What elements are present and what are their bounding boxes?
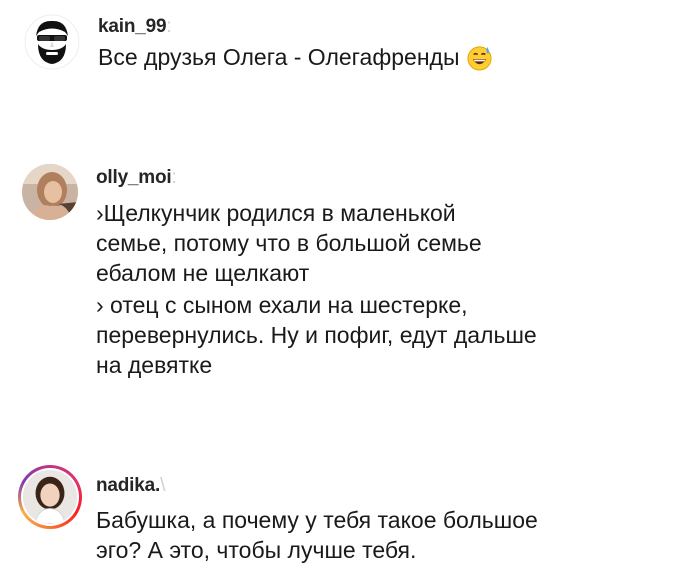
comment-username[interactable]: olly_moi: (96, 167, 177, 189)
comment-text: Все друзья Олега - Олегафренды (98, 42, 493, 72)
avatar[interactable] (22, 164, 78, 220)
comment-line: › отец с сыном ехали на шестерке, (96, 292, 468, 318)
avatar (23, 470, 77, 524)
comment-line: Бабушка, а почему у тебя такое большое (96, 507, 538, 533)
comment-line: семье, потому что в большой семье (96, 230, 482, 256)
comment-paragraph: › отец с сыном ехали на шестерке, переве… (96, 290, 537, 380)
comment-text: Бабушка, а почему у тебя такое большое э… (96, 505, 538, 565)
comment-line: эго? А это, чтобы лучше тебя. (96, 537, 417, 563)
comment-item: nadika.\ Бабушка, а почему у тебя такое … (0, 455, 700, 573)
comment-line: перевернулись. Ну и пофиг, едут дальше (96, 322, 537, 348)
comment-line: на девятке (96, 352, 213, 378)
comment-line: ебалом не щелкают (96, 260, 310, 286)
comment-item: kain_99: Все друзья Олега - Олегафренды (0, 0, 700, 110)
avatar-photo-woman-icon (22, 164, 78, 220)
story-ring[interactable] (18, 465, 82, 529)
comment-item: olly_moi: ›Щелкунчик родился в маленькой… (0, 150, 700, 390)
comment-username[interactable]: nadika.\ (96, 475, 165, 497)
avatar[interactable] (24, 14, 80, 70)
avatar-photo-woman-icon (23, 470, 77, 524)
avatar-bearded-man-icon (24, 14, 80, 70)
comment-username[interactable]: kain_99: (98, 16, 172, 38)
grinning-sweat-emoji-icon (467, 46, 492, 71)
comment-line: ›Щелкунчик родился в маленькой (96, 200, 456, 226)
comment-paragraph: ›Щелкунчик родился в маленькой семье, по… (96, 198, 482, 288)
